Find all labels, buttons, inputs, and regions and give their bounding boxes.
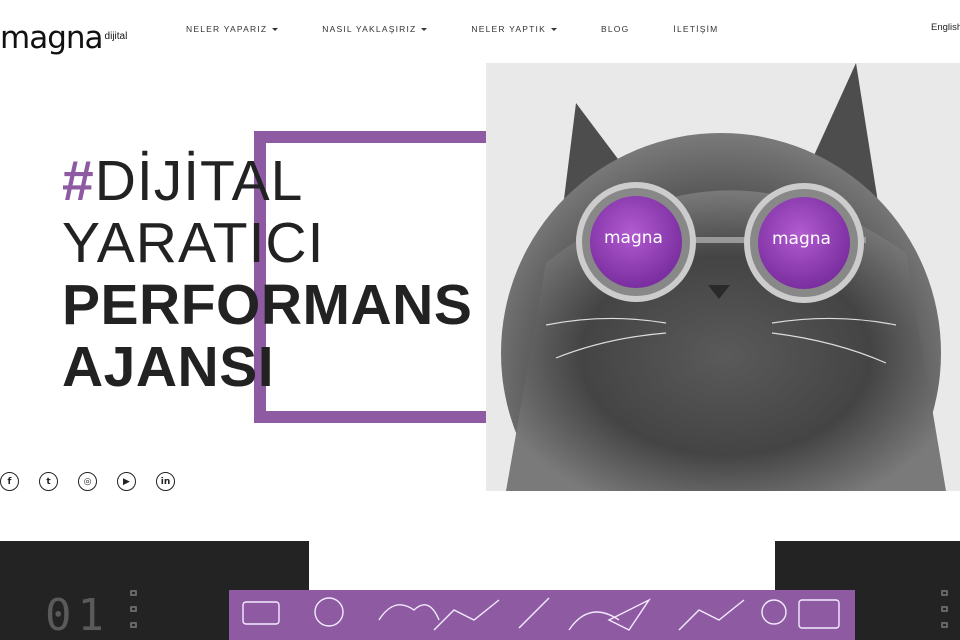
social-links: f t ◎ ▶ in (0, 472, 195, 491)
nav-label: BLOG (600, 24, 630, 34)
linkedin-icon[interactable]: in (156, 472, 175, 491)
facebook-icon[interactable]: f (0, 472, 19, 491)
hero-line-1: #DİJİTAL (62, 150, 472, 212)
caret-down-icon (272, 27, 279, 31)
nav-label: NELER YAPTIK (471, 24, 546, 34)
lens-logo-right: magna (772, 229, 831, 249)
lens-logo-left: magna (604, 228, 663, 248)
counter-dots-right (941, 590, 949, 638)
nav-item-nasil-yaklasiriz[interactable]: NASIL YAKLAŞIRIZ (322, 24, 428, 34)
nav-item-neler-yapariz[interactable]: NELER YAPARIZ (186, 24, 279, 34)
nav-item-iletisim[interactable]: İLETİŞİM (673, 24, 718, 34)
logo-subtitle: dijital (104, 31, 128, 42)
caret-down-icon (421, 27, 428, 31)
nav-label: NELER YAPARIZ (186, 24, 268, 34)
hero-line-4: AJANSI (62, 335, 275, 399)
nav-item-neler-yaptik[interactable]: NELER YAPTIK (471, 24, 557, 34)
nav-item-blog[interactable]: BLOG (601, 24, 629, 34)
counter-dots (130, 590, 138, 638)
hero-line-3: PERFORMANS (62, 273, 473, 337)
main-nav: NELER YAPARIZ NASIL YAKLAŞIRIZ NELER YAP… (186, 24, 762, 34)
nav-label: NASIL YAKLAŞIRIZ (322, 24, 417, 34)
site-header: magna dijital NELER YAPARIZ NASIL YAKLAŞ… (0, 0, 960, 60)
instagram-icon[interactable]: ◎ (78, 472, 97, 491)
section-counter: 01 (45, 590, 110, 640)
hero-hash: # (62, 149, 95, 213)
hero-cat-image: magna magna (486, 63, 960, 491)
brand-logo[interactable]: magna dijital (0, 10, 127, 54)
hero-line-1-text: DİJİTAL (94, 149, 304, 213)
doodle-banner (229, 590, 855, 640)
cat-illustration: magna magna (486, 63, 960, 491)
nav-label: İLETİŞİM (673, 24, 719, 34)
hero-title: #DİJİTAL YARATICI PERFORMANS AJANSI (62, 150, 472, 398)
language-switch[interactable]: English (931, 22, 960, 33)
logo-wordmark: magna (0, 20, 104, 56)
hero-line-2: YARATICI (62, 211, 325, 275)
twitter-icon[interactable]: t (39, 472, 58, 491)
caret-down-icon (550, 27, 557, 31)
doodle-pattern (242, 597, 840, 631)
youtube-icon[interactable]: ▶ (117, 472, 136, 491)
